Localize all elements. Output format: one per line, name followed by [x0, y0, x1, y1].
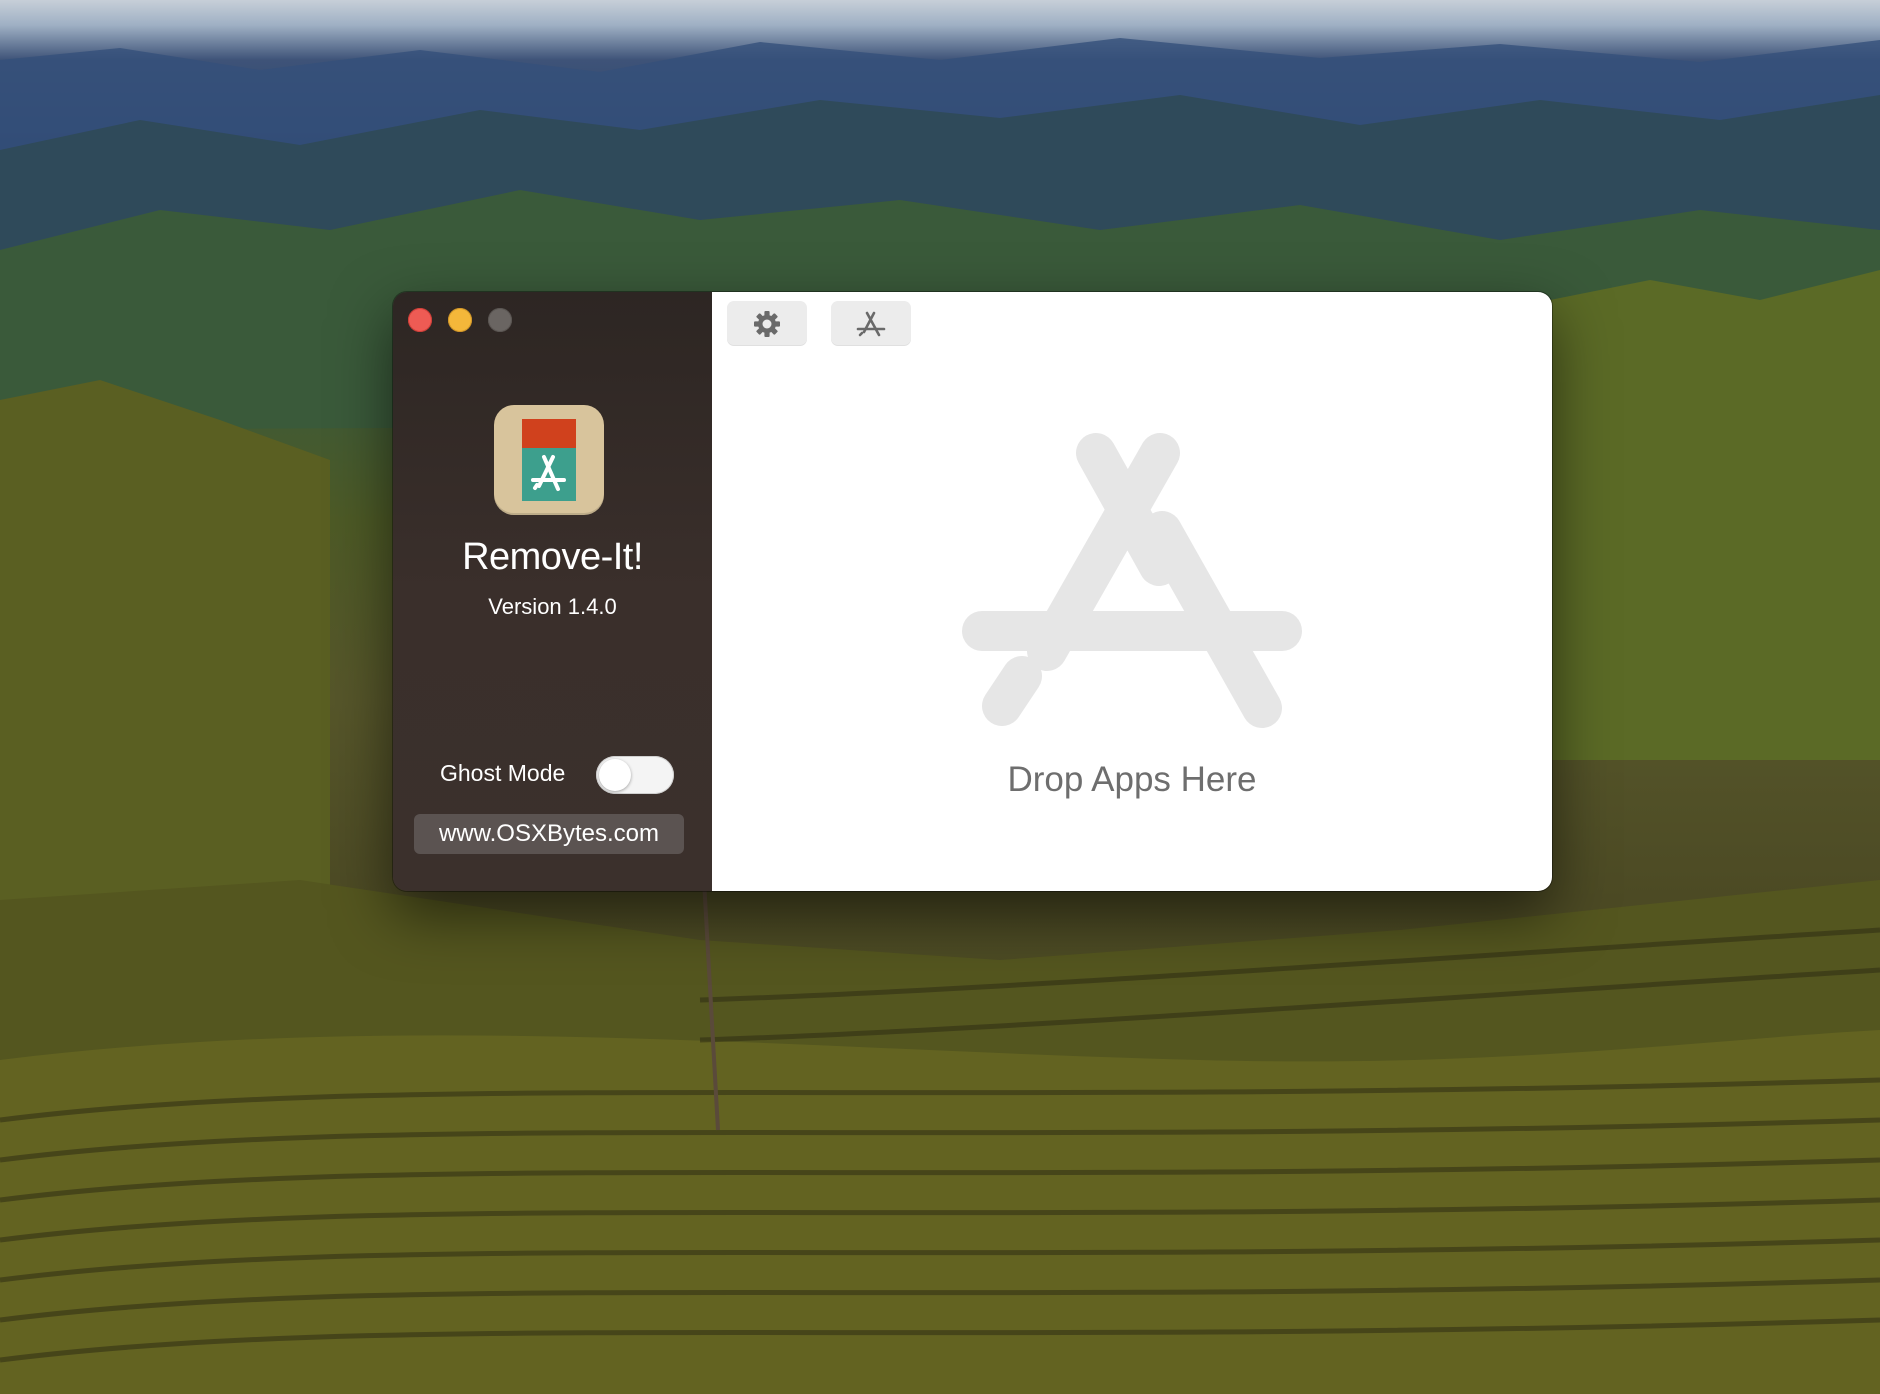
sidebar: Remove-It! Version 1.4.0 Ghost Mode www.… [393, 292, 712, 891]
ghost-mode-label: Ghost Mode [440, 760, 566, 786]
settings-button[interactable] [727, 301, 807, 346]
drop-apps-label: Drop Apps Here [1007, 760, 1257, 799]
zoom-button[interactable] [488, 308, 512, 332]
app-store-icon [962, 433, 1302, 728]
app-version: Version 1.4.0 [488, 594, 617, 619]
gear-icon [754, 311, 780, 337]
ghost-mode-toggle[interactable] [596, 756, 674, 794]
app-store-button[interactable] [831, 301, 911, 346]
app-logo-red-band [522, 419, 576, 448]
app-logo [494, 405, 604, 515]
toggle-knob [599, 759, 631, 791]
app-name: Remove-It! [462, 536, 643, 578]
drop-area[interactable]: Drop Apps Here [712, 292, 1552, 891]
app-store-icon [531, 455, 566, 491]
website-link-button[interactable]: www.OSXBytes.com [414, 814, 684, 854]
window-controls [408, 308, 528, 332]
app-store-icon [856, 311, 886, 337]
minimize-button[interactable] [448, 308, 472, 332]
app-window: Remove-It! Version 1.4.0 Ghost Mode www.… [393, 292, 1552, 891]
close-button[interactable] [408, 308, 432, 332]
